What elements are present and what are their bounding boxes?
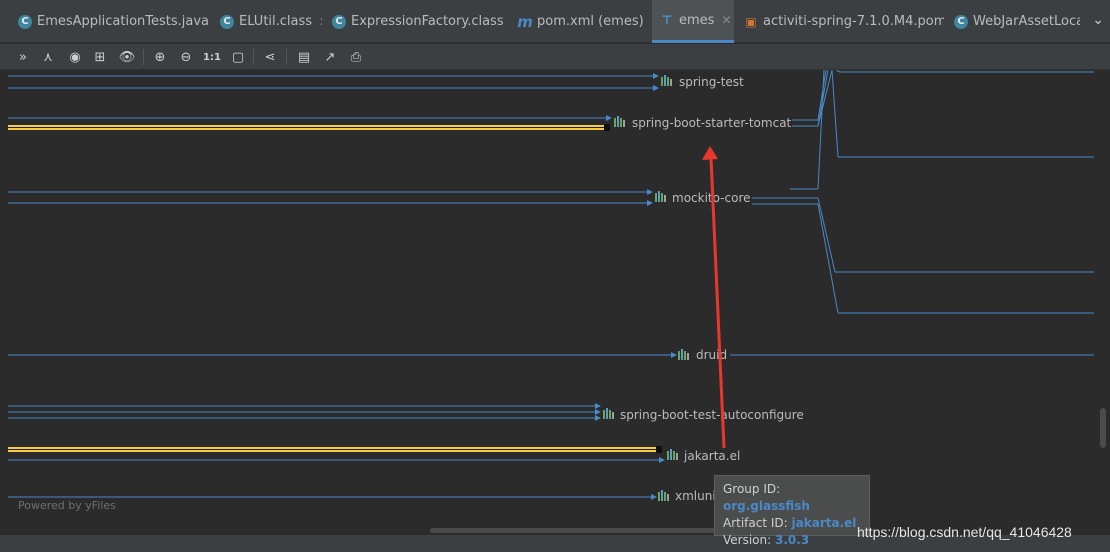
class-icon: C: [18, 14, 32, 29]
edge: [817, 197, 836, 273]
export-icon[interactable]: ↗: [321, 48, 339, 66]
node-spring-boot-test-autoconfigure[interactable]: spring-boot-test-autoconfigure: [620, 408, 804, 422]
library-icon: [678, 349, 689, 360]
class-icon: C: [332, 14, 346, 29]
library-icon: [658, 490, 669, 501]
diagram-toolbar: » ⋏ ◉ ⊞ 👁 ⊕ ⊖ 1:1 ▢ ⋖ ▤ ↗ ⎙: [0, 44, 1110, 70]
node-druid[interactable]: druid: [696, 348, 727, 362]
library-icon: [655, 191, 666, 202]
tab-activiti-spring-pom[interactable]: ▣ activiti-spring-7.1.0.M4.pom ✕: [736, 0, 944, 43]
save-icon[interactable]: ▤: [295, 48, 313, 66]
edge: [831, 70, 839, 158]
tab-label: EmesApplicationTests.java: [37, 14, 208, 29]
tab-elutil[interactable]: C ELUtil.class ✕: [210, 0, 322, 43]
library-icon: [667, 449, 678, 460]
zoom-out-icon[interactable]: ⊖: [177, 48, 195, 66]
toolbar-separator: [286, 49, 287, 65]
fit-icon[interactable]: ▢: [229, 48, 247, 66]
artifact-id-value: jakarta.el: [791, 516, 857, 530]
tooltip-label: Version:: [723, 533, 772, 547]
node-icons: [603, 75, 689, 501]
actual-size-icon[interactable]: ⊞: [91, 48, 109, 66]
node-spring-boot-starter-tomcat[interactable]: spring-boot-starter-tomcat: [632, 116, 792, 130]
dependency-diagram-canvas[interactable]: spring-test spring-boot-starter-tomcat m…: [0, 70, 1110, 535]
tab-pom-xml[interactable]: m pom.xml (emes) ✕: [510, 0, 650, 43]
edge: [835, 70, 841, 73]
toolbar-separator: [253, 49, 254, 65]
tab-label: activiti-spring-7.1.0.M4.pom: [763, 14, 944, 29]
tab-label: WebJarAssetLocat: [973, 14, 1080, 29]
layout-icon[interactable]: ⋏: [39, 48, 57, 66]
node-tooltip: Group ID: org.glassfish Artifact ID: jak…: [714, 475, 870, 547]
fit-content-icon[interactable]: ◉: [66, 48, 84, 66]
tab-label: emes: [679, 12, 715, 28]
pom-icon: ▣: [745, 14, 757, 29]
vertical-scrollbar[interactable]: [1100, 408, 1106, 448]
editor-tab-bar: C EmesApplicationTests.java ✕ C ELUtil.c…: [0, 0, 1110, 43]
class-icon: C: [220, 14, 234, 29]
library-icon: [603, 408, 614, 419]
group-id-value: org.glassfish: [723, 499, 810, 513]
maven-icon: m: [517, 12, 533, 31]
library-icon: [661, 75, 672, 86]
yfiles-watermark: Powered by yFiles: [18, 499, 116, 512]
dependency-graph: spring-test spring-boot-starter-tomcat m…: [8, 70, 1094, 503]
node-spring-test[interactable]: spring-test: [679, 75, 744, 89]
zoom-in-icon[interactable]: ⊕: [151, 48, 169, 66]
tooltip-group-row: Group ID: org.glassfish: [723, 481, 869, 515]
tab-expression-factory[interactable]: C ExpressionFactory.class ✕: [323, 0, 509, 43]
highlighted-path: [8, 124, 662, 453]
tab-label: pom.xml (emes): [537, 14, 644, 29]
edge: [817, 203, 839, 314]
class-icon: C: [954, 14, 968, 29]
tab-label: ExpressionFactory.class: [351, 14, 504, 29]
edge: [817, 70, 825, 190]
tooltip-label: Group ID:: [723, 482, 781, 496]
tooltip-label: Artifact ID:: [723, 516, 788, 530]
tooltip-version-row: Version: 3.0.3: [723, 532, 869, 549]
tab-emes-application-tests[interactable]: C EmesApplicationTests.java ✕: [8, 0, 208, 43]
collapse-icon[interactable]: »: [14, 48, 32, 66]
tab-emes-graph[interactable]: ⊤ emes ✕: [652, 0, 734, 43]
tab-webjar-asset-locator[interactable]: C WebJarAssetLocat: [946, 0, 1080, 43]
close-icon[interactable]: ✕: [319, 15, 322, 29]
one-to-one-icon[interactable]: 1:1: [203, 48, 221, 66]
hierarchy-icon[interactable]: ⋖: [261, 48, 279, 66]
tab-label: ELUtil.class: [239, 14, 313, 29]
library-icon: [614, 116, 625, 127]
print-icon[interactable]: ⎙: [347, 48, 365, 66]
image-credit: https://blog.csdn.net/qq_41046428: [857, 524, 1072, 540]
node-jakarta-el[interactable]: jakarta.el: [683, 449, 740, 463]
close-icon[interactable]: ✕: [721, 13, 731, 27]
tooltip-artifact-row: Artifact ID: jakarta.el: [723, 515, 869, 532]
toolbar-separator: [143, 49, 144, 65]
chevron-down-icon[interactable]: ⌄: [1092, 12, 1104, 28]
graph-icon: ⊤: [661, 13, 673, 27]
horizontal-scrollbar[interactable]: [430, 528, 760, 533]
eye-icon[interactable]: 👁: [118, 48, 136, 66]
version-value: 3.0.3: [775, 533, 810, 547]
